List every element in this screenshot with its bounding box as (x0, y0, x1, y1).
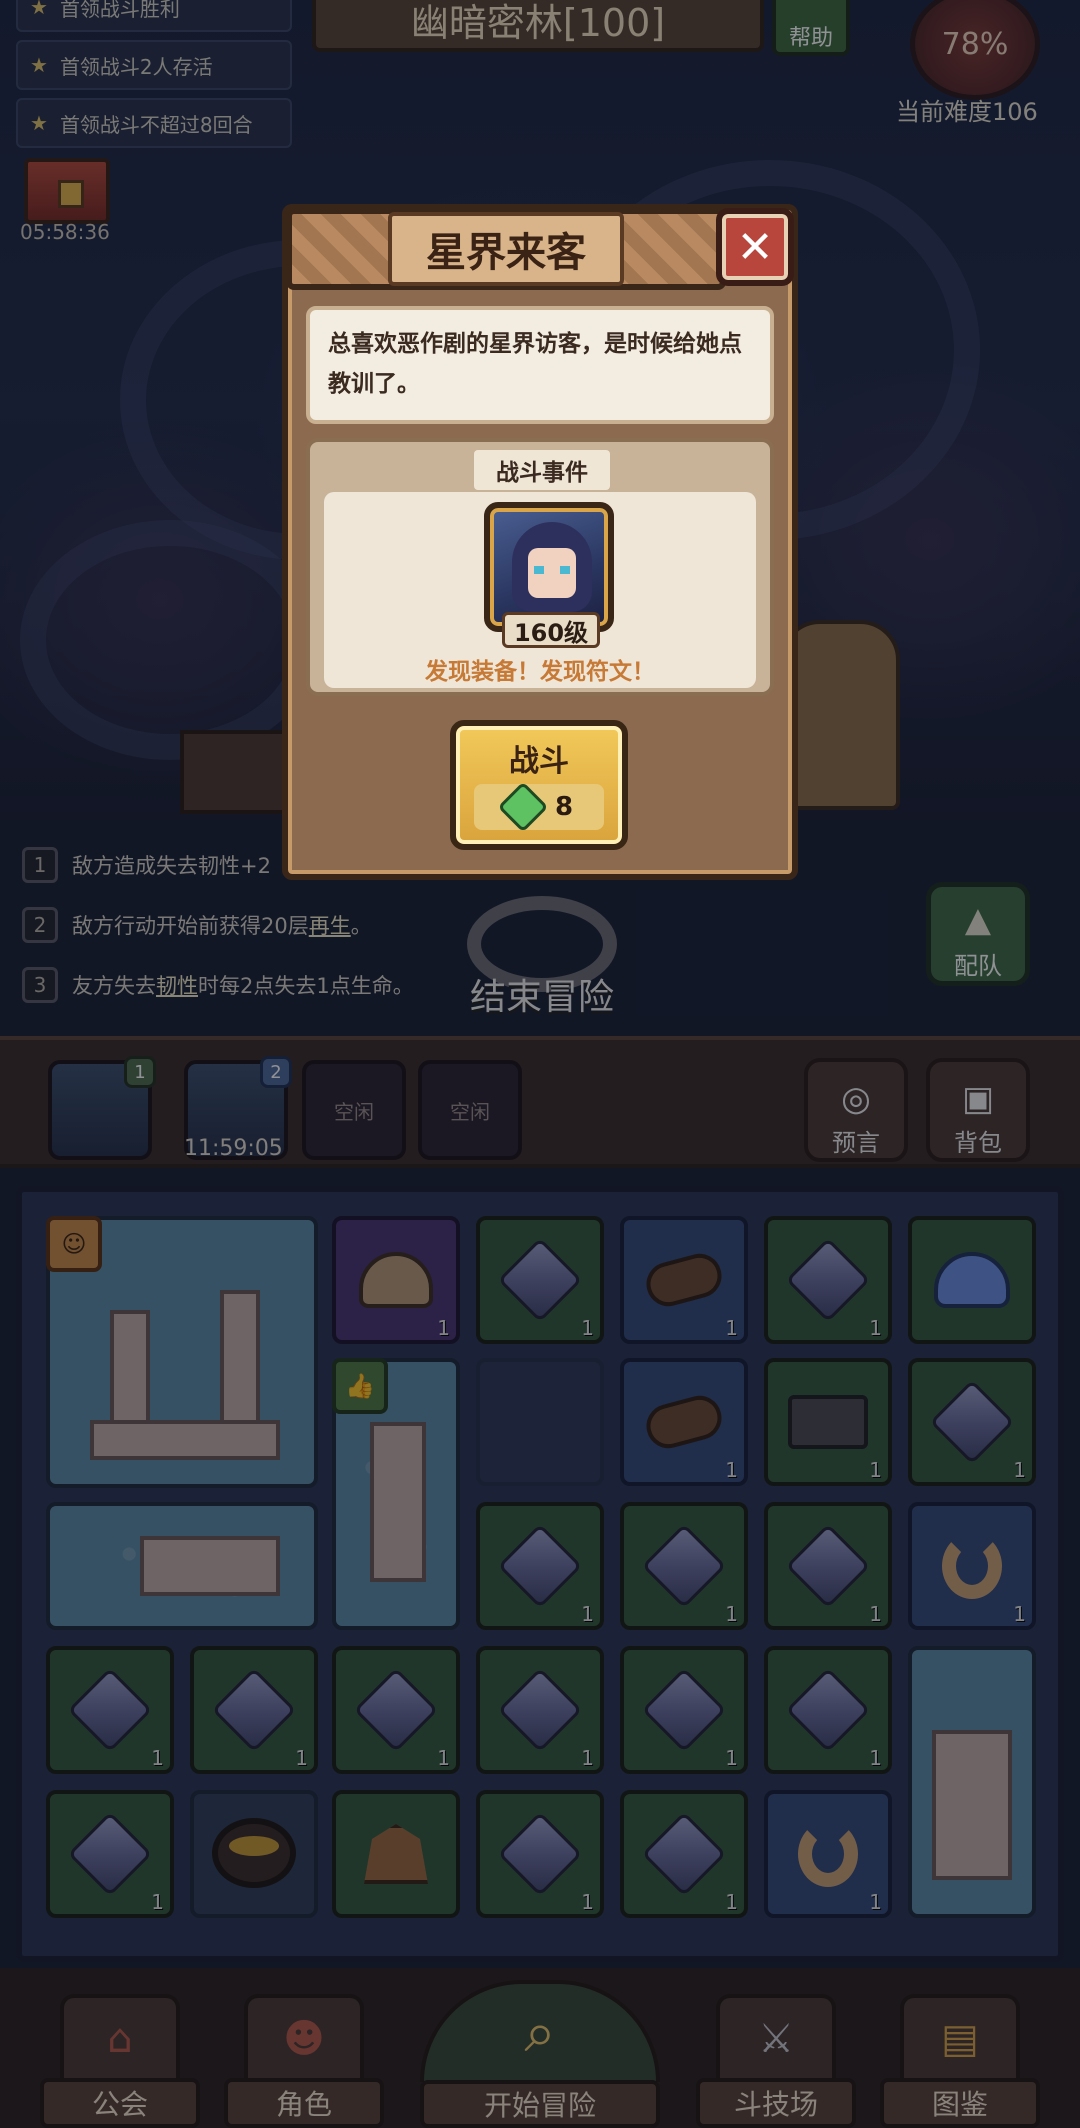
event-modal: 星界来客 ✕ 总喜欢恶作剧的星界访客，是时候给她点教训了。 战斗事件 160级 … (282, 204, 798, 880)
fight-label: 战斗 (509, 744, 569, 779)
modal-title: 星界来客 (388, 212, 624, 286)
energy-gem-icon (497, 781, 549, 833)
fight-button[interactable]: 战斗 8 (450, 720, 628, 850)
boss-level: 160级 (502, 612, 600, 648)
event-content: 160级 发现装备！发现符文！ (324, 492, 756, 688)
fight-cost: 8 (474, 781, 604, 833)
event-description: 总喜欢恶作剧的星界访客，是时候给她点教训了。 (306, 306, 774, 424)
portrait-eyes (534, 566, 570, 574)
fight-cost-value: 8 (554, 792, 574, 822)
event-panel: 战斗事件 160级 发现装备！发现符文！ (306, 438, 774, 696)
close-button[interactable]: ✕ (716, 208, 794, 286)
event-rewards: 发现装备！发现符文！ (425, 659, 655, 685)
modal-title-banner: 星界来客 (286, 208, 726, 290)
event-type-tag: 战斗事件 (474, 450, 610, 490)
close-icon: ✕ (736, 221, 774, 273)
